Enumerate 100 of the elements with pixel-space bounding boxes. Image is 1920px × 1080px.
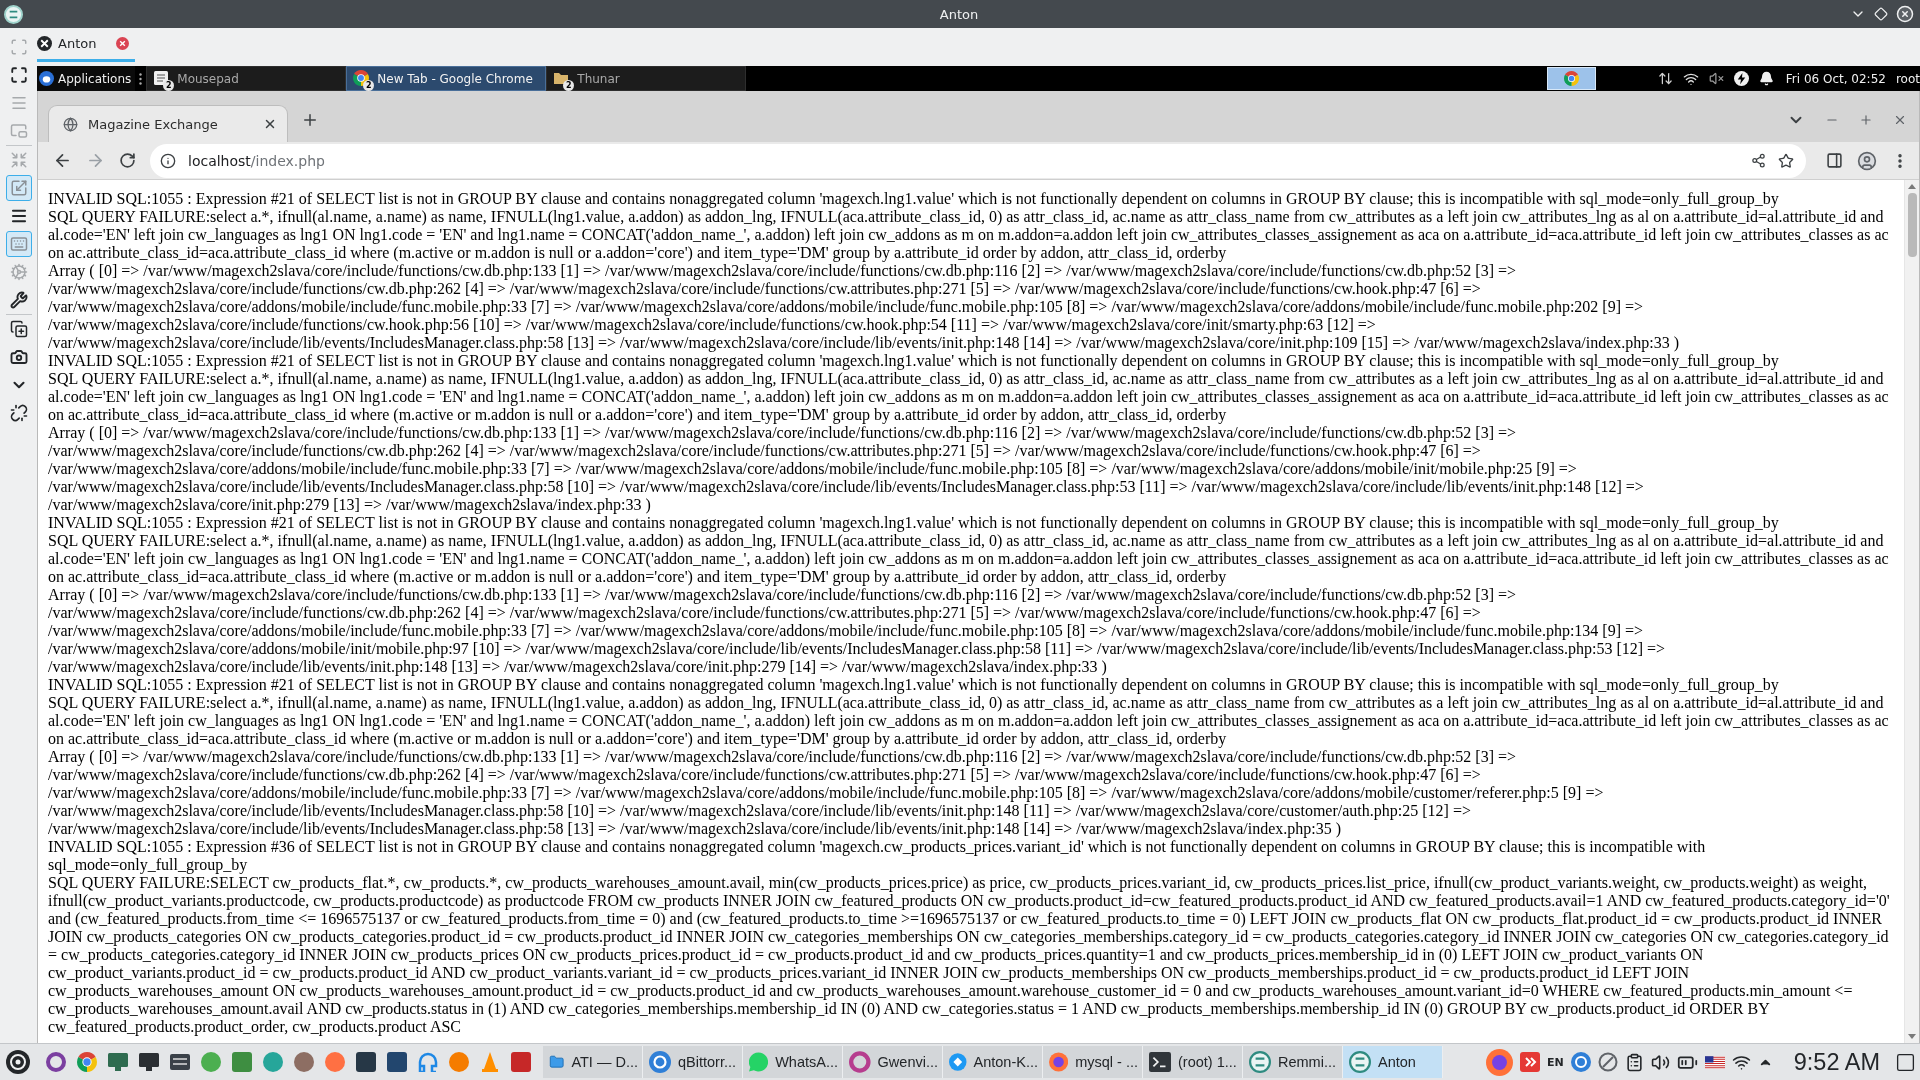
menu-icon (9, 94, 28, 112)
stack-trace-text: Array ( [0] => /var/www/magexch2slava/core/include/functions/cw.db.php:133 [1] => /var/www/magexch2slava/core/include/functions/cw.db.php:116 [2] => /var/www/magexch2slava/core/include/functions/cw.db.php:52 [3] => /var/www/magexch2slava/core/include/functions/cw.db.php:262 [4] => /var/www/magexch2slava/core/include/functions/cw.attributes.php:271 [5] => /var/www/magexch2slava/core/include/functions/cw.hook.php:47 [6] => /var/www/magexch2slava/core/addons/mobile/include/func.mobile.php:33 [7] => /var/www/magexch2slava/core/addons/mobile/include/func.mobile.php:105 [8] => /var/www/magexch2slava/core/addons/mobile/include/func.mobile.php:134 [9] => /var/www/magexch2slava/core/addons/mobile/init/mobile.php:97 [10] => /var/www/magexch2slava/core/include/lib/events/IncludesManager.class.php:58 [11] => /var/www/magexch2slava/core/include/lib/events/IncludesManager.class.php:53 [12] => /var/www/magexch2slava/core/include/lib/events/init.php:148 [13] => /var/www/magexch2slava/core/init.php:279 [14] => /var/www/magexch2slava/index.php:33 ) (48, 586, 1667, 676)
scrollbar[interactable] (1904, 180, 1919, 1043)
window-button[interactable]: 2 Mousepad (146, 66, 347, 91)
task-button[interactable]: Anton-K... (943, 1046, 1043, 1078)
info-icon[interactable] (160, 152, 176, 169)
app-icon (1349, 1051, 1371, 1073)
broken-link-icon (9, 404, 28, 422)
stack-trace-text: Array ( [0] => /var/www/magexch2slava/core/include/functions/cw.db.php:133 [1] => /var/www/magexch2slava/core/include/functions/cw.db.php:116 [2] => /var/www/magexch2slava/core/include/functions/cw.db.php:52 [3] => /var/www/magexch2slava/core/include/functions/cw.db.php:262 [4] => /var/www/magexch2slava/core/include/functions/cw.attributes.php:271 [5] => /var/www/magexch2slava/core/include/functions/cw.hook.php:47 [6] => /var/www/magexch2slava/core/addons/mobile/include/func.mobile.php:33 [7] => /var/www/magexch2slava/core/addons/mobile/include/func.mobile.php:105 [8] => /var/www/magexch2slava/core/addons/mobile/init/mobile.php:25 [9] => /var/www/magexch2slava/core/include/lib/events/IncludesManager.class.php:58 [10] => /var/www/magexch2slava/core/include/lib/events/IncludesManager.class.php:53 [11] => /var/www/magexch2slava/core/include/lib/events/init.php:148 [12] => /var/www/magexch2slava/core/init.php:279 [13] => /var/www/magexch2slava/index.php:33 ) (48, 424, 1645, 514)
browser-logo-icon (77, 1052, 97, 1072)
folder-icon (553, 70, 570, 86)
window-count: 2 (563, 80, 575, 91)
app-icon[interactable] (1570, 1052, 1591, 1072)
task-button[interactable]: Gwenvi... (843, 1046, 943, 1078)
window-button[interactable]: 2 Thunar (546, 66, 747, 91)
error-text: INVALID SQL:1055 : Expression #21 of SELECT list is not in GROUP BY clause and contains nonaggregated column 'magexch.lng1.value' which is not functionally dependent on columns in GROUP BY clause; this is incompatible with sql_mode=only_full_group_by (48, 514, 1780, 532)
address-bar[interactable]: localhost/index.php (150, 143, 1806, 178)
settings-icon (9, 263, 28, 281)
wrench-icon (9, 291, 28, 309)
chat-bubble-icon (749, 1051, 769, 1073)
app-logo-icon (4, 4, 23, 24)
scroll-down-icon[interactable] (1908, 1034, 1916, 1039)
circle-logo-icon (6, 1050, 30, 1074)
task-button[interactable]: ATI — D... (543, 1046, 643, 1078)
window-count: 2 (363, 80, 375, 91)
clock[interactable]: Fri 06 Oct, 02:52 (1785, 71, 1886, 86)
shrink-icon (9, 151, 28, 169)
workspace-pager[interactable] (1546, 67, 1596, 90)
scroll-up-icon[interactable] (1908, 184, 1916, 189)
browser-logo-icon (1563, 71, 1579, 86)
query-text: SQL QUERY FAILURE:SELECT cw_products_flat.*, cw_products.*, cw_products_warehouses_amount.avail, min(cw_products_prices.price) as price, cw_products_prices.variant_id, cw_products_prices.list_price, ifnull(cw_product_variants.weight, cw_products.weight) as weight, ifnull(cw_product_variants.productcode, cw_products.productcode) as productcode FROM cw_products INNER JOIN cw_featured_products ON cw_products.product_id=cw_featured_products.product_id AND cw_featured_products.avail=1 AND cw_featured_products.category_id='0' and (cw_featured_products.from_time <= 1696575137 or cw_featured_products.from_time = 0) and (cw_featured_products.to_time >=1696575137 or cw_featured_products.to_time = 0) LEFT JOIN cw_products_flat ON cw_products_flat.product_id = cw_products.product_id INNER JOIN cw_products_categories ON cw_products_categories.product_id = cw_products.product_id INNER JOIN cw_categories_memberships ON cw_categories_memberships.category_id = cw_products_categories.category_id INNER JOIN cw_categories ON cw_categories.category_id = cw_products_categories.category_id INNER JOIN cw_products_prices ON cw_products_prices.product_id = cw_products.product_id and cw_products_prices.quantity=1 and cw_products_prices.membership_id in (0) LEFT JOIN cw_product_variants ON cw_product_variants.product_id = cw_products.product_id AND cw_product_variants.variant_id = cw_products_prices.variant_id INNER JOIN cw_products_memberships ON cw_products_memberships.product_id = cw_products.product_id LEFT JOIN cw_products_warehouses_amount ON cw_products_warehouses_amount.product_id = cw_products.product_id and cw_products_warehouses_amount.warehouse_customer_id = 0 and cw_products_warehouses_amount.variant_id=0 WHERE cw_featured_products.min_amount <= cw_products_warehouses_amount.avail AND cw_products.status in (1) AND cw_categories_memberships.membership_id IN (0) AND cw_categories.status = 1 AND cw_products_memberships.membership_id IN (0) GROUP BY cw_products.product_id ORDER BY cw_featured_products.product_order, cw_products.product ASC (48, 874, 1891, 1036)
app-icon (1049, 1051, 1069, 1073)
task-button[interactable]: qBittorr... (643, 1046, 743, 1078)
app-icon (1249, 1051, 1271, 1073)
reload-icon[interactable] (119, 152, 136, 169)
close-icon[interactable] (1896, 5, 1914, 23)
browser-logo-icon (353, 70, 370, 86)
notepad-icon (153, 70, 170, 86)
monitor-icon[interactable] (108, 1052, 128, 1072)
ring-icon (849, 1051, 871, 1073)
fullscreen-icon (9, 66, 28, 84)
close-icon[interactable] (116, 37, 129, 50)
ring-icon[interactable] (46, 1052, 66, 1072)
task-button[interactable]: Remmi... (1243, 1046, 1343, 1078)
keyboard-icon (9, 235, 28, 253)
clipboard-icon[interactable] (1624, 1052, 1644, 1072)
task-button[interactable]: (root) 1... (1143, 1046, 1243, 1078)
volume-muted-icon[interactable] (1708, 71, 1724, 86)
query-text: SQL QUERY FAILURE:select a.*, ifnull(al.name, a.name) as name, IFNULL(lng1.value, a.addon) as addon_lng, IFNULL(aca.attribute_class_id, 0) as attr_class_id, ac.name as attr_class_name from cw_attributes as a left join cw_attributes_lng as al on a.attribute_id=al.attribute_id and al.code='EN' left join cw_languages as lng1 ON lng1.code = 'EN' and lng1.name = CONCAT('addon_name_', a.addon) left join cw_addons as m on m.addon=a.addon left join cw_attributes_classes_assignement as aca on a.attribute_id=aca.attribute_id left join cw_attributes_classes as ac on ac.attribute_class_id=aca.attribute_class_id where (m.active or m.addon is null or a.addon='core') and item_type='DM' group by a.attribute_id order by addon, attr_class_id, orderby (48, 208, 1890, 262)
scale-icon (9, 179, 28, 197)
app-icon[interactable] (170, 1052, 190, 1072)
headphones-icon[interactable] (418, 1052, 438, 1072)
window-button[interactable]: 2 New Tab - Google Chrome (346, 66, 547, 91)
url-text: localhost/index.php (188, 152, 326, 169)
share-icon[interactable] (1751, 153, 1766, 168)
menu-icon (9, 207, 28, 225)
no-entry-icon[interactable] (1597, 1052, 1618, 1072)
app-icon (649, 1051, 671, 1073)
app-icon[interactable] (1486, 1048, 1514, 1076)
notification-bell-icon[interactable] (1758, 71, 1774, 86)
error-text: INVALID SQL:1055 : Expression #21 of SELECT list is not in GROUP BY clause and contains nonaggregated column 'magexch.lng1.value' which is not functionally dependent on columns in GROUP BY clause; this is incompatible with sql_mode=only_full_group_by (48, 676, 1780, 694)
browser-tab[interactable]: Magazine Exchange (48, 105, 288, 142)
task-button[interactable]: Anton (1343, 1046, 1443, 1078)
corner-brackets-icon (9, 38, 28, 56)
close-icon[interactable] (263, 117, 277, 131)
scroll-thumb[interactable] (1907, 193, 1917, 257)
terminal-icon (1149, 1051, 1171, 1073)
connection-icon (37, 36, 52, 51)
side-panel-icon[interactable] (1826, 152, 1843, 169)
task-button[interactable]: mysql - ... (1043, 1046, 1143, 1078)
clock[interactable]: 9:52 AM (1793, 1048, 1880, 1076)
app-icon[interactable] (294, 1052, 314, 1072)
user-name[interactable]: root (1895, 71, 1920, 86)
window-title: Anton (939, 6, 979, 22)
app-icon[interactable] (1520, 1052, 1541, 1072)
window-count: 2 (163, 80, 175, 91)
app-icon (949, 1051, 967, 1073)
copy-plus-icon (9, 320, 28, 338)
window-icon (9, 122, 28, 140)
flag-icon[interactable] (1704, 1055, 1725, 1069)
query-text: SQL QUERY FAILURE:select a.*, ifnull(al.name, a.name) as name, IFNULL(lng1.value, a.addon) as addon_lng, IFNULL(aca.attribute_class_id, 0) as attr_class_id, ac.name as attr_class_name from cw_attributes as a left join cw_attributes_lng as al on a.attribute_id=al.attribute_id and al.code='EN' left join cw_languages as lng1 ON lng1.code = 'EN' and lng1.name = CONCAT('addon_name_', a.addon) left join cw_addons as m on m.addon=a.addon left join cw_attributes_classes_assignement as aca on a.attribute_id=aca.attribute_id left join cw_attributes_classes as ac on ac.attribute_class_id=aca.attribute_class_id where (m.active or m.addon is null or a.addon='core') and item_type='DM' group by a.attribute_id order by addon, attr_class_id, orderby (48, 694, 1890, 748)
volume-icon[interactable] (1650, 1052, 1670, 1072)
monitor-icon[interactable] (139, 1052, 159, 1072)
applications-menu[interactable]: Applications (37, 66, 136, 91)
task-button[interactable]: WhatsA... (743, 1046, 843, 1078)
query-text: SQL QUERY FAILURE:select a.*, ifnull(al.name, a.name) as name, IFNULL(lng1.value, a.addon) as addon_lng, IFNULL(aca.attribute_class_id, 0) as attr_class_id, ac.name as attr_class_name from cw_attributes as a left join cw_attributes_lng as al on a.attribute_id=al.attribute_id and al.code='EN' left join cw_languages as lng1 ON lng1.code = 'EN' and lng1.name = CONCAT('addon_name_', a.addon) left join cw_addons as m on m.addon=a.addon left join cw_attributes_classes_assignement as aca on a.attribute_id=aca.attribute_id left join cw_attributes_classes as ac on ac.attribute_class_id=aca.attribute_class_id where (m.active or m.addon is null or a.addon='core') and item_type='DM' group by a.attribute_id order by addon, attr_class_id, orderby (48, 370, 1890, 424)
diamond-icon[interactable] (1874, 7, 1888, 21)
profile-avatar-icon[interactable] (1857, 150, 1877, 171)
show-desktop-icon[interactable] (1895, 1051, 1916, 1073)
globe-icon (63, 116, 78, 132)
lightning-bolt-icon[interactable] (1733, 71, 1749, 86)
query-text: SQL QUERY FAILURE:select a.*, ifnull(al.name, a.name) as name, IFNULL(lng1.value, a.addon) as addon_lng, IFNULL(aca.attribute_class_id, 0) as attr_class_id, ac.name as attr_class_name from cw_attributes as a left join cw_attributes_lng as al on a.attribute_id=al.attribute_id and al.code='EN' left join cw_languages as lng1 ON lng1.code = 'EN' and lng1.name = CONCAT('addon_name_', a.addon) left join cw_addons as m on m.addon=a.addon left join cw_attributes_classes_assignement as aca on a.attribute_id=aca.attribute_id left join cw_attributes_classes as ac on ac.attribute_class_id=aca.attribute_class_id where (m.active or m.addon is null or a.addon='core') and item_type='DM' group by a.attribute_id order by addon, attr_class_id, orderby (48, 532, 1890, 586)
keyboard-layout[interactable]: EN (1547, 1055, 1564, 1069)
network-icon[interactable] (1657, 71, 1673, 86)
app-menu-icon (39, 71, 54, 86)
star-icon[interactable] (1778, 152, 1794, 169)
camera-icon (9, 348, 28, 366)
error-text: INVALID SQL:1055 : Expression #21 of SELECT list is not in GROUP BY clause and contains nonaggregated column 'magexch.lng1.value' which is not functionally dependent on columns in GROUP BY clause; this is incompatible with sql_mode=only_full_group_by (48, 190, 1780, 208)
back-icon[interactable] (53, 151, 72, 170)
stack-trace-text: Array ( [0] => /var/www/magexch2slava/core/include/functions/cw.db.php:133 [1] => /var/www/magexch2slava/core/include/functions/cw.db.php:116 [2] => /var/www/magexch2slava/core/include/functions/cw.db.php:52 [3] => /var/www/magexch2slava/core/include/functions/cw.db.php:262 [4] => /var/www/magexch2slava/core/include/functions/cw.attributes.php:271 [5] => /var/www/magexch2slava/core/include/functions/cw.hook.php:47 [6] => /var/www/magexch2slava/core/addons/mobile/include/func.mobile.php:33 [7] => /var/www/magexch2slava/core/addons/mobile/include/func.mobile.php:105 [8] => /var/www/magexch2slava/core/addons/mobile/customer/referer.php:5 [9] => /var/www/magexch2slava/core/include/lib/events/IncludesManager.class.php:58 [10] => /var/www/magexch2slava/core/include/lib/events/init.php:148 [11] => /var/www/magexch2slava/core/customer/auth.php:25 [12] => /var/www/magexch2slava/core/include/lib/events/IncludesManager.class.php:58 [13] => /var/www/magexch2slava/core/include/lib/events/init.php:148 [14] => /var/www/magexch2slava/index.php:35 ) (48, 748, 1605, 838)
